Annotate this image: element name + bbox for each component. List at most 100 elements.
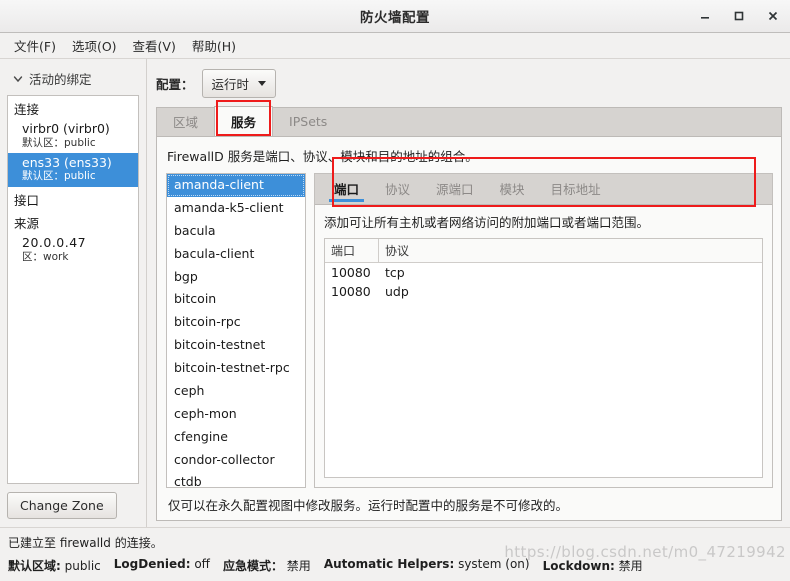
ports-description: 添加可让所有主机或者网络访问的附加端口或者端口范围。 xyxy=(324,215,650,230)
status-value: 禁用 xyxy=(618,559,643,573)
list-item[interactable]: bacula-client xyxy=(167,243,305,266)
binding-item-ens33[interactable]: ens33 (ens33) 默认区：public xyxy=(8,152,138,187)
list-item[interactable]: bgp xyxy=(167,266,305,289)
sidebar-footer: Change Zone xyxy=(7,484,139,519)
status-automatic-helpers: Automatic Helpers: system (on) xyxy=(324,557,530,574)
status-logdenied: LogDenied: off xyxy=(114,557,210,574)
cell-port: 10080 xyxy=(331,265,371,280)
status-value: system (on) xyxy=(458,557,530,571)
table-row[interactable]: 10080 tcp xyxy=(325,263,762,282)
list-item[interactable]: bitcoin-testnet xyxy=(167,334,305,357)
status-key: LogDenied: xyxy=(113,557,191,571)
table-row[interactable]: 10080 udp xyxy=(325,282,762,301)
chevron-down-icon xyxy=(258,81,267,86)
detail-tab-destination[interactable]: 目标地址 xyxy=(538,173,614,204)
firewall-config-window: 防火墙配置 文件(F) 选项(O) 查看(V) 帮助(H) 活动的绑定 连接 v… xyxy=(0,0,790,581)
list-item[interactable]: amanda-k5-client xyxy=(167,197,305,220)
detail-tab-ports[interactable]: 端口 xyxy=(321,173,372,204)
list-item[interactable]: ctdb xyxy=(167,471,305,487)
list-item[interactable]: bitcoin-rpc xyxy=(167,311,305,334)
list-item[interactable]: condor-collector xyxy=(167,449,305,472)
tab-zones[interactable]: 区域 xyxy=(157,107,214,136)
status-default-zone: 默认区域: public xyxy=(8,557,101,574)
status-bar: 已建立至 firewalld 的连接。 默认区域: public LogDeni… xyxy=(0,527,790,581)
tab-ipsets[interactable]: IPSets xyxy=(273,107,343,136)
status-value: public xyxy=(64,559,101,573)
services-page: FirewallD 服务是端口、协议、模块和目的地址的组合。 amanda-cl… xyxy=(156,136,782,521)
window-title: 防火墙配置 xyxy=(360,10,430,26)
minimize-button[interactable] xyxy=(696,7,714,25)
change-zone-button[interactable]: Change Zone xyxy=(7,492,117,519)
cell-protocol: tcp xyxy=(385,265,405,280)
list-item[interactable]: amanda-client xyxy=(167,174,305,197)
status-panic-mode: 应急模式： 禁用 xyxy=(223,557,311,574)
menu-item-options[interactable]: 选项(O) xyxy=(64,33,125,58)
detail-tab-source-ports[interactable]: 源端口 xyxy=(423,173,487,204)
ports-table[interactable]: 端口 协议 10080 tcp 10080 udp xyxy=(324,238,763,478)
cell-port: 10080 xyxy=(331,284,371,299)
active-bindings-label: 活动的绑定 xyxy=(29,72,92,87)
chevron-down-icon xyxy=(13,75,23,82)
bindings-group-label-interfaces: 接口 xyxy=(14,192,40,208)
status-lockdown: Lockdown: 禁用 xyxy=(543,557,643,574)
title-bar: 防火墙配置 xyxy=(0,0,790,33)
list-item[interactable]: ceph xyxy=(167,380,305,403)
binding-name: 20.0.0.47 xyxy=(22,234,87,250)
main-pane: 配置： 运行时 区域 服务 IPSets FirewallD 服务是端口、协议、… xyxy=(147,59,790,527)
binding-zone: 默认区：public xyxy=(22,170,96,183)
list-item[interactable]: ceph-mon xyxy=(167,403,305,426)
binding-name: ens33 (ens33) xyxy=(22,154,112,170)
column-header-protocol: 协议 xyxy=(385,244,410,258)
status-value: 禁用 xyxy=(286,559,311,573)
menu-item-help[interactable]: 帮助(H) xyxy=(184,33,244,58)
menu-item-view[interactable]: 查看(V) xyxy=(125,33,184,58)
services-split: amanda-client amanda-k5-client bacula ba… xyxy=(166,173,773,488)
services-description: FirewallD 服务是端口、协议、模块和目的地址的组合。 xyxy=(167,149,478,164)
list-item[interactable]: bitcoin-testnet-rpc xyxy=(167,357,305,380)
binding-name: virbr0 (virbr0) xyxy=(22,121,110,136)
status-fields: 默认区域: public LogDenied: off 应急模式： 禁用 Aut… xyxy=(8,557,782,574)
detail-tab-bar: 端口 协议 源端口 模块 目标地址 xyxy=(315,174,772,205)
binding-zone: 区：work xyxy=(22,250,69,263)
ports-table-header: 端口 协议 xyxy=(325,239,762,263)
bindings-group-label-connections: 连接 xyxy=(14,102,40,117)
window-body: 活动的绑定 连接 virbr0 (virbr0) 默认区：public ens3… xyxy=(0,59,790,527)
binding-zone: 默认区：public xyxy=(22,136,96,149)
active-bindings-sidebar: 活动的绑定 连接 virbr0 (virbr0) 默认区：public ens3… xyxy=(0,59,147,527)
menu-bar: 文件(F) 选项(O) 查看(V) 帮助(H) xyxy=(0,33,790,59)
configuration-select[interactable]: 运行时 xyxy=(201,69,277,98)
minimize-icon xyxy=(701,17,709,19)
active-bindings-header[interactable]: 活动的绑定 xyxy=(7,67,139,95)
list-item[interactable]: cfengine xyxy=(167,426,305,449)
close-icon xyxy=(768,11,778,21)
binding-item-virbr0[interactable]: virbr0 (virbr0) 默认区：public xyxy=(8,119,138,153)
tab-services[interactable]: 服务 xyxy=(214,106,274,136)
connection-status: 已建立至 firewalld 的连接。 xyxy=(8,536,163,550)
service-list[interactable]: amanda-client amanda-k5-client bacula ba… xyxy=(166,173,306,488)
window-controls xyxy=(696,0,782,32)
services-readonly-note: 仅可以在永久配置视图中修改服务。运行时配置中的服务是不可修改的。 xyxy=(168,498,569,513)
list-item[interactable]: bacula xyxy=(167,220,305,243)
status-key: 应急模式： xyxy=(222,559,283,573)
cell-protocol: udp xyxy=(385,284,409,299)
binding-item-source-ip[interactable]: 20.0.0.47 区：work xyxy=(8,233,138,268)
detail-body: 添加可让所有主机或者网络访问的附加端口或者端口范围。 端口 协议 10080 t… xyxy=(315,205,772,487)
close-button[interactable] xyxy=(764,7,782,25)
status-key: Automatic Helpers: xyxy=(323,557,455,571)
status-key: Lockdown: xyxy=(542,559,615,573)
menu-item-file[interactable]: 文件(F) xyxy=(6,33,64,58)
detail-tab-protocols[interactable]: 协议 xyxy=(372,173,423,204)
maximize-button[interactable] xyxy=(730,7,748,25)
service-detail-panel: 端口 协议 源端口 模块 目标地址 添加可让所有主机或者网络访问的附加端口或者端… xyxy=(314,173,773,488)
main-tab-bar: 区域 服务 IPSets xyxy=(156,106,782,136)
status-value: off xyxy=(194,557,210,571)
configuration-row: 配置： 运行时 xyxy=(156,67,782,107)
column-header-port: 端口 xyxy=(325,239,379,262)
bindings-list[interactable]: 连接 virbr0 (virbr0) 默认区：public ens33 (ens… xyxy=(7,95,139,484)
status-key: 默认区域: xyxy=(8,559,61,573)
list-item[interactable]: bitcoin xyxy=(167,288,305,311)
configuration-label: 配置： xyxy=(156,77,194,92)
configuration-selected-value: 运行时 xyxy=(211,77,250,92)
detail-tab-modules[interactable]: 模块 xyxy=(487,173,538,204)
maximize-icon xyxy=(734,11,744,21)
